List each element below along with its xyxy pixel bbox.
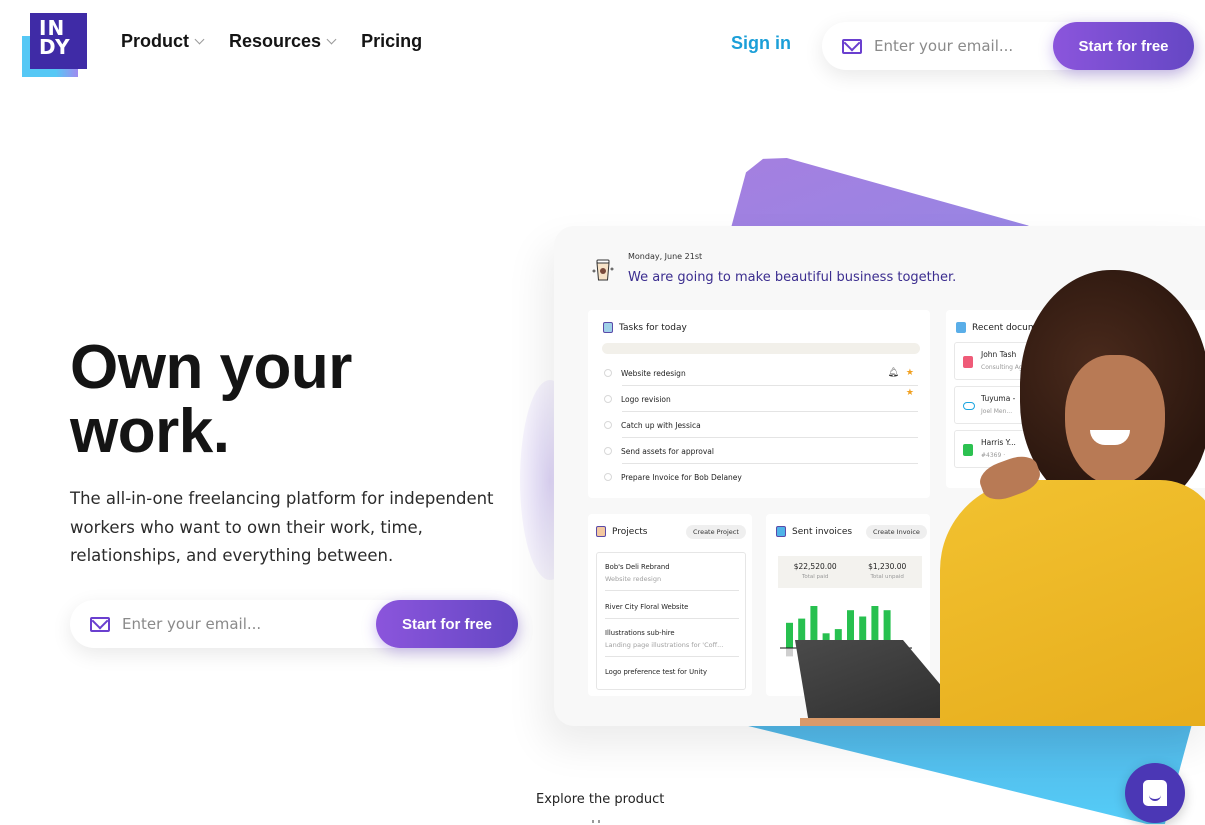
total-paid-label: Total paid <box>801 574 829 580</box>
task-checkbox[interactable] <box>604 447 612 455</box>
nav-resources-label: Resources <box>229 31 322 51</box>
header-start-for-free-button[interactable]: Start for free <box>1053 22 1194 70</box>
bell-icon[interactable]: 🔔︎ <box>887 368 898 378</box>
total-unpaid-value: $1,230.00 <box>868 562 907 571</box>
task-checkbox[interactable] <box>604 395 612 403</box>
task-item[interactable]: Send assets for approval <box>604 438 918 464</box>
indy-logo[interactable]: IN DY <box>22 13 88 77</box>
mail-icon <box>842 38 862 54</box>
photo-sweater <box>940 480 1205 726</box>
total-paid: $22,520.00 Total paid <box>794 562 837 588</box>
chevron-down-icon <box>194 34 205 44</box>
task-icons: 🔔︎ ★ <box>887 368 914 378</box>
projects-title-text: Projects <box>612 526 648 537</box>
task-label: Website redesign <box>621 368 686 378</box>
divider <box>605 656 739 657</box>
project-name: Bob's Deli Rebrand <box>605 563 670 571</box>
invoices-title: Sent invoices <box>776 526 852 537</box>
coffee-cup-icon <box>592 259 614 281</box>
task-label: Catch up with Jessica <box>621 420 701 430</box>
briefcase-icon <box>596 526 606 537</box>
header-signup-form: Start for free <box>822 22 1194 70</box>
invoices-title-text: Sent invoices <box>792 526 853 537</box>
hero-title: Own your work. <box>70 333 352 466</box>
task-item[interactable]: Prepare Invoice for Bob Delaney <box>604 464 918 490</box>
nav-pricing[interactable]: Pricing <box>361 31 422 52</box>
nav-product-label: Product <box>121 31 190 51</box>
project-item[interactable]: Illustrations sub-hire Landing page illu… <box>605 629 739 657</box>
nav-resources[interactable]: Resources <box>229 31 337 52</box>
logo-text-line2: DY <box>39 35 71 59</box>
project-subtitle: Landing page illustrations for 'Coff... <box>605 641 724 649</box>
header-email-input[interactable] <box>874 37 1053 55</box>
mail-icon <box>90 616 110 632</box>
task-icons: ★ <box>906 388 914 398</box>
logo-front-square: IN DY <box>30 13 87 69</box>
task-checkbox[interactable] <box>604 473 612 481</box>
task-checkbox[interactable] <box>604 369 612 377</box>
project-name: Logo preference test for Unity <box>605 668 707 676</box>
decorative-blue-shape <box>740 724 1192 824</box>
total-paid-value: $22,520.00 <box>793 562 837 571</box>
project-name: Illustrations sub-hire <box>605 629 675 637</box>
total-unpaid: $1,230.00 Total unpaid <box>868 562 906 588</box>
invoice-icon <box>776 526 786 537</box>
task-checkbox[interactable] <box>604 421 612 429</box>
chat-icon <box>1143 780 1167 806</box>
star-icon[interactable]: ★ <box>906 368 914 378</box>
hero-start-for-free-button[interactable]: Start for free <box>376 600 518 648</box>
sign-in-link[interactable]: Sign in <box>731 33 791 54</box>
main-nav: Product Resources Pricing <box>121 31 422 52</box>
hero-signup-form: Start for free <box>70 600 518 648</box>
task-label: Send assets for approval <box>621 446 714 456</box>
create-invoice-button[interactable]: Create Invoice <box>866 525 927 539</box>
bar-paid-1 <box>786 622 793 648</box>
hero-photo-woman <box>940 270 1205 726</box>
hero-subtitle: The all-in-one freelancing platform for … <box>70 489 494 565</box>
task-item[interactable]: Logo revision ★ <box>604 386 918 412</box>
tasks-title-text: Tasks for today <box>619 322 687 333</box>
project-item[interactable]: Bob's Deli Rebrand Website redesign <box>605 563 739 591</box>
divider <box>605 590 739 591</box>
dashboard-date: Monday, June 21st <box>628 252 703 261</box>
projects-list: Bob's Deli Rebrand Website redesign Rive… <box>596 552 746 690</box>
checklist-icon <box>603 322 613 333</box>
scroll-down-indicator[interactable] <box>592 820 600 823</box>
chevron-down-icon <box>326 34 337 44</box>
task-item[interactable]: Website redesign 🔔︎ ★ <box>604 360 918 386</box>
create-project-button[interactable]: Create Project <box>686 525 746 539</box>
tasks-title: Tasks for today <box>603 322 687 333</box>
nav-product[interactable]: Product <box>121 31 205 52</box>
task-input-bar[interactable] <box>602 343 920 354</box>
hero-email-input[interactable] <box>122 615 376 633</box>
project-item[interactable]: River City Floral Website <box>605 603 739 619</box>
project-item[interactable]: Logo preference test for Unity <box>605 668 739 676</box>
explore-product-link[interactable]: Explore the product <box>536 792 664 807</box>
laptop-edge <box>800 718 960 726</box>
nav-pricing-label: Pricing <box>361 31 423 51</box>
task-item[interactable]: Catch up with Jessica <box>604 412 918 438</box>
bar-expenses-1 <box>786 648 793 657</box>
photo-face <box>1065 355 1165 485</box>
invoice-totals: $22,520.00 Total paid $1,230.00 Total un… <box>778 556 922 588</box>
tasks-panel: Tasks for today Website redesign 🔔︎ ★ Lo… <box>588 310 930 498</box>
total-unpaid-label: Total unpaid <box>870 574 904 580</box>
chat-launcher-button[interactable] <box>1125 763 1185 823</box>
star-icon[interactable]: ★ <box>906 388 914 398</box>
divider <box>605 618 739 619</box>
task-label: Prepare Invoice for Bob Delaney <box>621 472 742 482</box>
projects-title: Projects <box>596 526 647 537</box>
task-label: Logo revision <box>621 394 671 404</box>
projects-panel: Projects Create Project Bob's Deli Rebra… <box>588 514 752 696</box>
dashboard-greeting: We are going to make beautiful business … <box>628 270 957 285</box>
project-subtitle: Website redesign <box>605 575 662 583</box>
project-name: River City Floral Website <box>605 603 689 611</box>
